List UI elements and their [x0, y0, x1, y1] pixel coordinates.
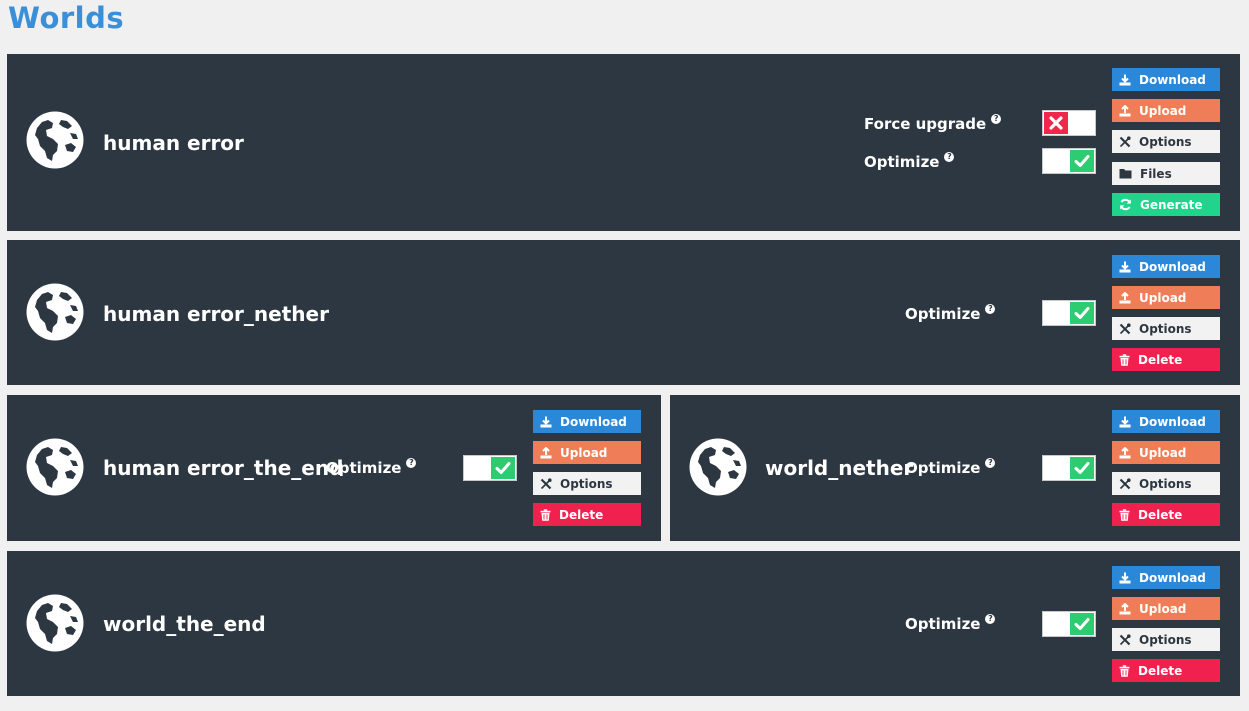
download-icon	[1119, 416, 1135, 428]
optimize-label: Optimize?	[905, 458, 996, 477]
optimize-label: Optimize?	[326, 458, 417, 477]
folder-icon	[1119, 168, 1136, 179]
check-icon	[1070, 457, 1094, 479]
trash-icon	[1119, 664, 1134, 677]
upload-icon	[1119, 602, 1135, 615]
options-button[interactable]: Options	[533, 472, 641, 495]
upload-button[interactable]: Upload	[1112, 286, 1220, 309]
download-button[interactable]: Download	[1112, 410, 1220, 433]
optimize-label: Optimize?	[864, 152, 955, 171]
world-card-world-the-end: world_the_end Optimize? Download Upload …	[7, 551, 1240, 696]
optimize-label: Optimize?	[905, 304, 996, 323]
world-name: human error_nether	[103, 302, 329, 326]
options-button[interactable]: Options	[1112, 130, 1220, 153]
globe-icon	[26, 438, 84, 496]
download-button[interactable]: Download	[1112, 255, 1220, 278]
files-button[interactable]: Files	[1112, 162, 1220, 185]
check-icon	[491, 457, 515, 479]
download-button[interactable]: Download	[533, 410, 641, 433]
world-card-human-error-the-end: human error_the_end Optimize? Download U…	[7, 395, 661, 541]
trash-icon	[1119, 508, 1134, 521]
trash-icon	[540, 508, 555, 521]
world-name: world_the_end	[103, 612, 266, 636]
check-icon	[1070, 150, 1094, 172]
help-icon[interactable]: ?	[991, 114, 1002, 124]
delete-button[interactable]: Delete	[1112, 348, 1220, 371]
world-card-world-nether: world_nether Optimize? Download Upload O…	[670, 395, 1240, 541]
options-button[interactable]: Options	[1112, 472, 1220, 495]
wrench-screwdriver-icon	[1119, 633, 1135, 646]
check-icon	[1070, 302, 1094, 324]
wrench-screwdriver-icon	[540, 477, 556, 490]
download-icon	[1119, 261, 1135, 273]
upload-button[interactable]: Upload	[533, 441, 641, 464]
cross-icon	[1044, 112, 1068, 134]
download-icon	[540, 416, 556, 428]
help-icon[interactable]: ?	[406, 458, 417, 468]
optimize-toggle[interactable]	[1042, 455, 1096, 481]
help-icon[interactable]: ?	[985, 614, 996, 624]
generate-button[interactable]: Generate	[1112, 193, 1220, 216]
help-icon[interactable]: ?	[944, 152, 955, 162]
refresh-icon	[1119, 198, 1136, 211]
world-card-human-error-nether: human error_nether Optimize? Download Up…	[7, 240, 1240, 385]
upload-button[interactable]: Upload	[1112, 597, 1220, 620]
world-card-human-error: human error Force upgrade? Optimize? Dow…	[7, 54, 1240, 231]
optimize-toggle[interactable]	[1042, 148, 1096, 174]
download-button[interactable]: Download	[1112, 566, 1220, 589]
upload-icon	[1119, 446, 1135, 459]
delete-button[interactable]: Delete	[1112, 659, 1220, 682]
optimize-toggle[interactable]	[463, 455, 517, 481]
upload-icon	[1119, 104, 1135, 117]
world-name: world_nether	[765, 456, 914, 480]
upload-icon	[1119, 291, 1135, 304]
wrench-screwdriver-icon	[1119, 322, 1135, 335]
download-icon	[1119, 572, 1135, 584]
help-icon[interactable]: ?	[985, 458, 996, 468]
delete-button[interactable]: Delete	[1112, 503, 1220, 526]
globe-icon	[689, 438, 747, 496]
force-upgrade-label: Force upgrade?	[864, 114, 1002, 133]
optimize-toggle[interactable]	[1042, 611, 1096, 637]
upload-icon	[540, 446, 556, 459]
options-button[interactable]: Options	[1112, 628, 1220, 651]
download-icon	[1119, 74, 1135, 86]
globe-icon	[26, 594, 84, 652]
check-icon	[1070, 613, 1094, 635]
upload-button[interactable]: Upload	[1112, 441, 1220, 464]
wrench-screwdriver-icon	[1119, 477, 1135, 490]
page-title: Worlds	[8, 1, 125, 35]
world-name: human error_the_end	[103, 456, 344, 480]
world-name: human error	[103, 131, 244, 155]
globe-icon	[26, 283, 84, 341]
wrench-screwdriver-icon	[1119, 135, 1135, 148]
optimize-toggle[interactable]	[1042, 300, 1096, 326]
help-icon[interactable]: ?	[985, 304, 996, 314]
optimize-label: Optimize?	[905, 614, 996, 633]
force-upgrade-toggle[interactable]	[1042, 110, 1096, 136]
upload-button[interactable]: Upload	[1112, 99, 1220, 122]
delete-button[interactable]: Delete	[533, 503, 641, 526]
options-button[interactable]: Options	[1112, 317, 1220, 340]
download-button[interactable]: Download	[1112, 68, 1220, 91]
trash-icon	[1119, 353, 1134, 366]
globe-icon	[26, 111, 84, 169]
